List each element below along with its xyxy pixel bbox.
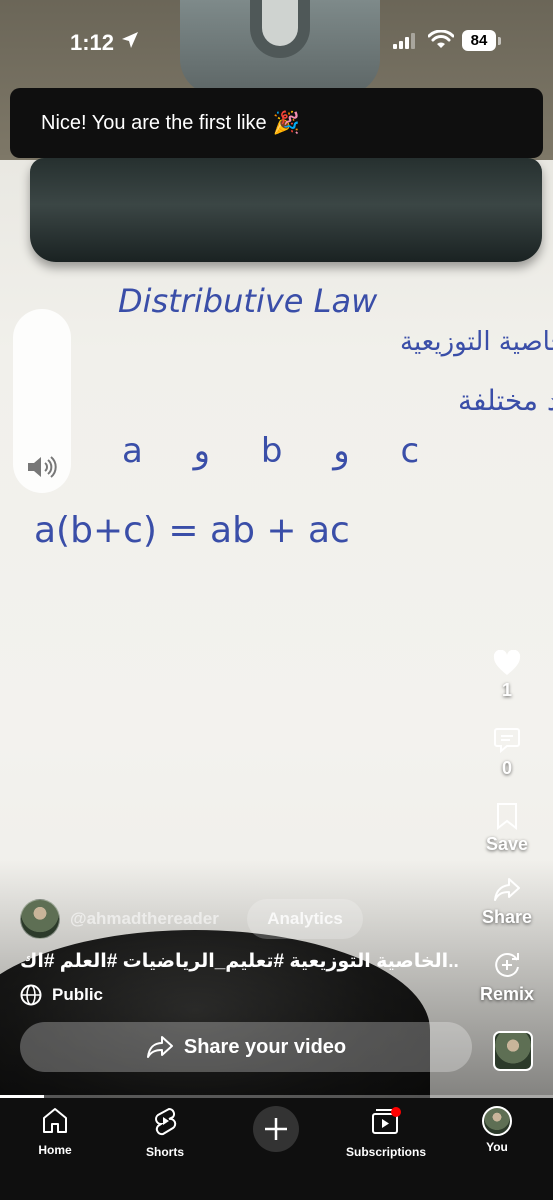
comment-count: 0	[501, 758, 512, 778]
bookmark-icon	[497, 803, 517, 830]
heart-icon	[493, 650, 521, 675]
nav-you[interactable]: You	[442, 1106, 552, 1154]
remix-label: Remix	[479, 984, 535, 1004]
board-equation: a(b+c) = ab + ac	[34, 510, 350, 551]
first-like-toast: Nice! You are the first like 🎉	[10, 88, 543, 158]
share-arrow-icon	[146, 1036, 173, 1058]
location-arrow-icon	[122, 32, 138, 48]
board-line-3: لدينا ثلاثة اعداد مختلفة	[458, 384, 553, 417]
nav-home[interactable]: Home	[0, 1106, 110, 1157]
sound-thumbnail[interactable]	[493, 1031, 533, 1071]
remix-icon	[495, 953, 519, 977]
channel-handle[interactable]: @ahmadthereader	[70, 909, 219, 929]
you-avatar	[482, 1106, 512, 1136]
wifi-icon	[428, 30, 454, 48]
create-button[interactable]	[253, 1106, 299, 1152]
nav-you-label: You	[486, 1140, 508, 1154]
nav-shorts[interactable]: Shorts	[110, 1106, 220, 1159]
cellular-signal-icon	[393, 33, 415, 49]
remix-button[interactable]: Remix	[473, 950, 541, 1005]
visibility-row[interactable]: Public	[20, 984, 103, 1006]
globe-icon	[20, 984, 42, 1006]
visibility-label: Public	[52, 985, 104, 1004]
board-line-2: الخاصية التوزيعية	[400, 327, 553, 357]
status-bar: 1:12 84	[0, 0, 553, 80]
subscriptions-icon	[372, 1107, 401, 1134]
share-arrow-icon	[494, 878, 520, 901]
channel-avatar[interactable]	[20, 899, 60, 939]
save-button[interactable]: Save	[473, 802, 541, 855]
battery-nub	[498, 37, 501, 45]
like-button[interactable]: 1	[473, 650, 541, 701]
party-popper-icon: 🎉	[272, 110, 301, 135]
share-your-video-label: Share your video	[183, 1035, 347, 1058]
nav-shorts-label: Shorts	[145, 1145, 184, 1159]
clipboard-clip	[30, 158, 542, 262]
nav-subscriptions[interactable]: Subscriptions	[331, 1106, 441, 1159]
board-line-4: a و b و c	[122, 431, 419, 471]
share-label: Share	[481, 907, 533, 927]
video-title[interactable]: الخاصية التوزيعية #تعليم_الرياضيات #العل…	[20, 950, 460, 973]
bottom-nav: Home Shorts Subscriptions You	[0, 1098, 553, 1200]
status-time: 1:12	[70, 30, 115, 55]
handwritten-text: Distributive Law الخاصية التوزيعية لدينا…	[34, 282, 553, 551]
nav-subscriptions-label: Subscriptions	[345, 1145, 426, 1159]
nav-home-label: Home	[38, 1143, 72, 1157]
save-label: Save	[485, 834, 529, 854]
shorts-icon	[155, 1107, 177, 1136]
toast-text: Nice! You are the first like	[41, 111, 267, 134]
notification-badge	[391, 1107, 401, 1117]
speaker-volume-icon	[28, 456, 57, 478]
battery-icon: 84	[462, 30, 496, 51]
comment-icon	[494, 728, 520, 754]
share-button[interactable]: Share	[473, 877, 541, 928]
board-line-1: Distributive Law	[118, 282, 378, 320]
home-icon	[43, 1108, 67, 1133]
like-count: 1	[501, 680, 512, 700]
comments-button[interactable]: 0	[473, 726, 541, 779]
analytics-button[interactable]: Analytics	[247, 899, 363, 939]
volume-indicator[interactable]	[13, 309, 71, 493]
plus-icon	[265, 1118, 287, 1140]
share-your-video-button[interactable]: Share your video	[20, 1022, 472, 1072]
